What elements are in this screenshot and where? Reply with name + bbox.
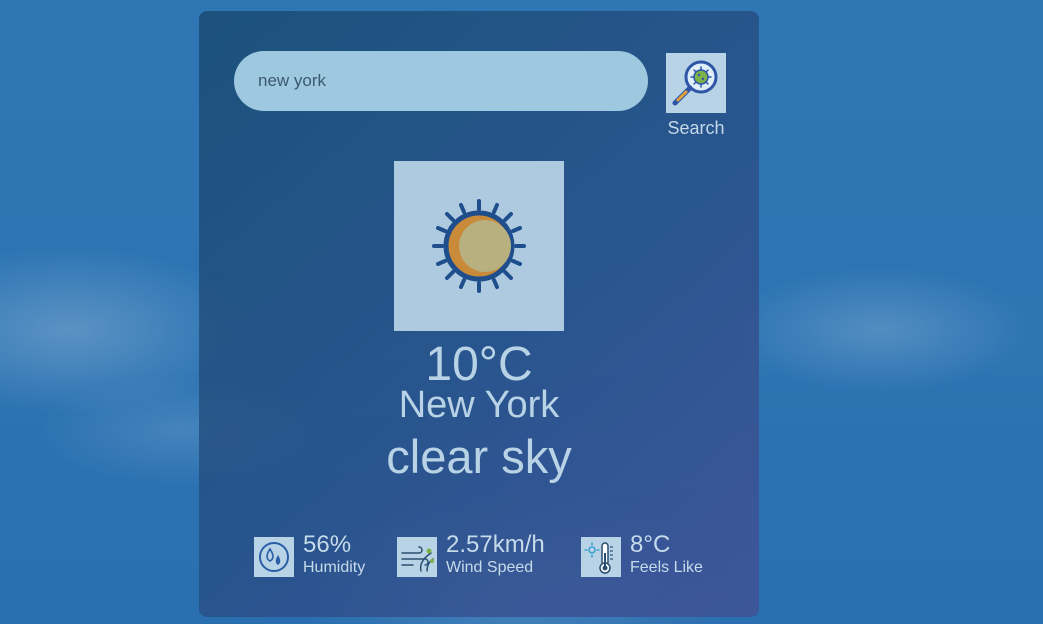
- weather-card: Search 1: [199, 11, 759, 617]
- sun-icon: [432, 199, 526, 293]
- search-input[interactable]: [234, 51, 648, 111]
- feels-like-value: 8°C: [630, 531, 671, 558]
- humidity-value: 56%: [303, 531, 352, 558]
- humidity-tile: [254, 537, 294, 577]
- city-name: New York: [398, 384, 560, 426]
- weather-condition-tile: [394, 161, 564, 331]
- feels-like-tile: [581, 537, 621, 577]
- search-button[interactable]: [666, 53, 726, 113]
- humidity-icon: [259, 542, 289, 572]
- wind-tile: [397, 537, 437, 577]
- page: { "search": { "value": "new york", "plac…: [0, 0, 1043, 624]
- feels-like-label: Feels Like: [630, 559, 703, 576]
- weather-description: clear sky: [386, 430, 572, 483]
- magnifier-virus-icon: [672, 60, 718, 106]
- wind-speed-value: 2.57km/h: [446, 531, 545, 558]
- wind-speed-label: Wind Speed: [446, 559, 534, 576]
- search-button-label[interactable]: Search: [656, 118, 736, 139]
- thermometer-icon: [584, 542, 613, 574]
- wind-icon: [401, 546, 434, 572]
- humidity-label: Humidity: [303, 559, 366, 576]
